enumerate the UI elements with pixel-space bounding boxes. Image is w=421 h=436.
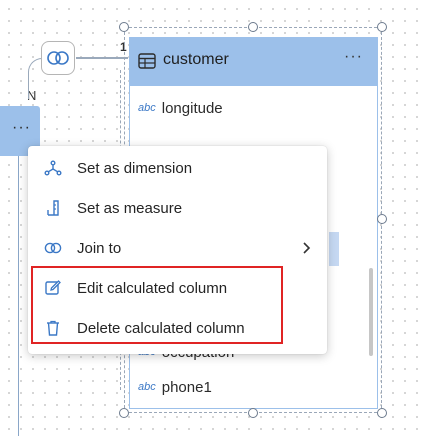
table-icon [138, 53, 156, 69]
menu-item-label: Join to [77, 239, 122, 257]
menu-item-delete-calculated-column[interactable]: Delete calculated column [28, 308, 327, 348]
menu-item-edit-calculated-column[interactable]: Edit calculated column [28, 268, 327, 308]
measure-icon [47, 200, 59, 216]
menu-item-set-as-dimension[interactable]: Set as dimension [28, 148, 327, 188]
text-type-icon: abc [138, 381, 156, 393]
join-node[interactable] [41, 41, 75, 75]
resize-handle-bottom-left[interactable] [119, 408, 129, 418]
customer-table-header[interactable]: customer ··· [130, 38, 377, 86]
menu-item-label: Delete calculated column [77, 319, 245, 337]
join-icon [44, 242, 62, 254]
chevron-right-icon [303, 242, 311, 254]
field-name: longitude [161, 99, 223, 117]
text-type-icon: abc [138, 102, 156, 114]
customer-table-title: customer [163, 51, 229, 68]
resize-handle-top-left[interactable] [119, 22, 129, 32]
field-name: phone1 [161, 378, 212, 396]
join-icon [47, 51, 69, 65]
context-menu: Set as dimension Set as measure Join to … [28, 146, 327, 354]
resize-handle-top[interactable] [248, 22, 258, 32]
menu-item-join-to[interactable]: Join to [28, 228, 327, 268]
resize-handle-bottom[interactable] [248, 408, 258, 418]
row-highlight [329, 232, 339, 266]
left-table-more-button[interactable]: ··· [12, 120, 31, 136]
resize-handle-bottom-right[interactable] [377, 408, 387, 418]
resize-handle-top-right[interactable] [377, 22, 387, 32]
field-row-longitude[interactable]: abc longitude [138, 96, 223, 120]
resize-handle-right[interactable] [377, 214, 387, 224]
menu-item-set-as-measure[interactable]: Set as measure [28, 188, 327, 228]
trash-icon [47, 320, 59, 336]
menu-item-label: Set as dimension [77, 159, 193, 177]
relationship-connector-line [76, 57, 128, 59]
menu-item-label: Edit calculated column [77, 279, 228, 297]
edit-icon [45, 280, 61, 295]
dimension-icon [44, 160, 62, 176]
menu-item-label: Set as measure [77, 199, 183, 217]
field-row-phone1[interactable]: abc phone1 [138, 375, 212, 399]
relationship-line-vertical [18, 150, 19, 436]
customer-table-more-button[interactable]: ··· [344, 48, 363, 66]
field-list-scrollbar[interactable] [369, 268, 373, 356]
